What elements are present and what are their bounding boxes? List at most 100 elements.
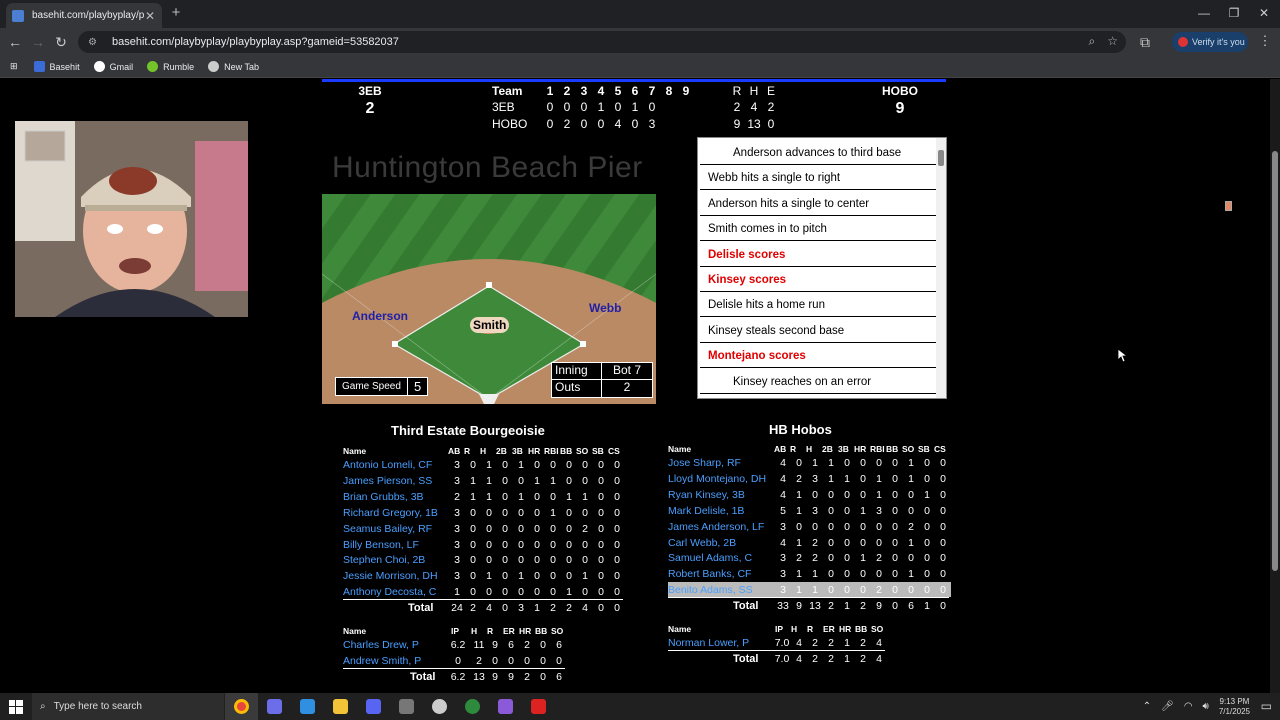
network-icon[interactable]: ◠ (1184, 701, 1193, 712)
batting-total-stat: 0 (598, 602, 604, 615)
chevron-up-icon[interactable]: ⌃ (1143, 701, 1151, 712)
store-icon[interactable] (291, 693, 324, 720)
batter-name-link[interactable]: Brian Grubbs, 3B (343, 489, 424, 505)
pitcher-name-link[interactable]: Andrew Smith, P (343, 653, 421, 669)
restore-icon[interactable]: ❐ (1224, 5, 1244, 21)
batting-total-stat: 1 (844, 600, 850, 613)
forward-icon[interactable]: → (29, 33, 47, 51)
pitching-header: R (807, 624, 814, 634)
play-by-play-item: Delisle scores (700, 243, 936, 267)
batter-name-link[interactable]: Anthony Decosta, C (343, 584, 436, 600)
reload-icon[interactable]: ↻ (52, 33, 70, 51)
batter-name-link[interactable]: James Pierson, SS (343, 473, 432, 489)
bookmark-star-icon[interactable]: ☆ (1107, 34, 1118, 49)
notification-icon[interactable]: ▭ (1261, 699, 1272, 713)
bookmark-new-tab[interactable]: New Tab (208, 61, 259, 72)
batter-name-link[interactable]: Benito Adams, SS (668, 582, 753, 598)
copilot-icon[interactable] (258, 693, 291, 720)
batter-name-link[interactable]: Billy Benson, LF (343, 537, 419, 553)
browser-tab[interactable]: basehit.com/playbyplay/playbyplay ✕ (6, 3, 162, 28)
app-red-icon[interactable] (522, 693, 555, 720)
calculator-icon-glyph (399, 699, 414, 714)
copilot-plus-icon[interactable] (489, 693, 522, 720)
page-scrollbar[interactable] (1270, 79, 1280, 693)
batting-header: SO (902, 444, 915, 454)
verify-profile-button[interactable]: Verify it's you (1172, 32, 1248, 52)
back-icon[interactable]: ← (6, 33, 24, 51)
batter-stat: 0 (940, 552, 946, 565)
batter-name-link[interactable]: Samuel Adams, C (668, 550, 752, 566)
discord-icon[interactable] (357, 693, 390, 720)
page-scroll-thumb[interactable] (1272, 151, 1278, 571)
batting-total-stat: 2 (470, 602, 476, 615)
play-by-play-scrollbar[interactable] (936, 138, 946, 398)
browser-menu-icon[interactable]: ⋮ (1258, 33, 1272, 51)
chrome-icon[interactable] (225, 693, 258, 720)
batter-stat: 0 (502, 459, 508, 471)
calculator-icon[interactable] (390, 693, 423, 720)
microphone-icon[interactable]: 🎤︎ (1161, 701, 1174, 712)
batter-name-link[interactable]: Ryan Kinsey, 3B (668, 487, 745, 503)
batter-name-link[interactable]: Antonio Lomeli, CF (343, 457, 432, 473)
batter-stat: 3 (780, 584, 786, 597)
play-by-play-list[interactable]: Anderson advances to third base Webb hits… (697, 137, 947, 399)
batter-name-link[interactable]: Mark Delisle, 1B (668, 503, 744, 519)
batter-name-link[interactable]: James Anderson, LF (668, 519, 764, 535)
clock[interactable]: 9:13 PM 7/1/2025 (1219, 697, 1250, 717)
batter-stat: 0 (502, 490, 508, 503)
batter-stat: 0 (892, 552, 898, 565)
play-by-play-item: Kinsey scores (700, 268, 936, 292)
batter-name-link[interactable]: Stephen Choi, 2B (343, 552, 425, 568)
address-bar[interactable]: ⚙ basehit.com/playbyplay/playbyplay.asp?… (78, 31, 1126, 53)
file-explorer-icon[interactable] (324, 693, 357, 720)
game-speed-control[interactable]: Game Speed 5 (335, 377, 429, 396)
bookmark-label: New Tab (224, 61, 259, 72)
batter-name-link[interactable]: Seamus Bailey, RF (343, 521, 432, 537)
volume-icon[interactable]: 🔊︎ (1203, 701, 1209, 712)
close-tab-icon[interactable]: ✕ (144, 9, 156, 23)
batter-stat: 1 (550, 474, 556, 487)
batter-stat: 0 (566, 538, 572, 551)
game-speed-value[interactable]: 5 (408, 378, 427, 395)
new-tab-icon[interactable]: + (168, 5, 184, 21)
pitching-header-name: Name (668, 624, 692, 634)
batter-stat: 0 (828, 552, 834, 565)
site-info-icon[interactable]: ⚙ (88, 37, 102, 48)
scroll-thumb[interactable] (938, 150, 944, 166)
batter-name-link[interactable]: Richard Gregory, 1B (343, 505, 438, 521)
batter-name-link[interactable]: Lloyd Montejano, DH (668, 471, 766, 487)
batter-stat: 1 (796, 488, 802, 501)
pitcher-stat: 0 (540, 655, 546, 667)
minimize-icon[interactable]: — (1194, 5, 1214, 21)
soccer-ball-icon[interactable] (423, 693, 456, 720)
pitching-total-stat: 9 (492, 671, 498, 683)
batter-stat: 0 (534, 538, 540, 551)
apps-grid-icon[interactable]: ⊞ (10, 61, 18, 72)
pitcher-name-link[interactable]: Norman Lower, P (668, 635, 749, 651)
taskbar-search[interactable]: ⌕ Type here to search (32, 693, 224, 720)
app-24-icon[interactable] (456, 693, 489, 720)
batter-name-link[interactable]: Robert Banks, CF (668, 566, 751, 582)
pitcher-stat: 2 (812, 637, 818, 649)
window-close-icon[interactable]: ✕ (1254, 5, 1274, 21)
batter-stat: 0 (518, 506, 524, 519)
bookmark-gmail[interactable]: Gmail (93, 61, 134, 72)
bookmark-rumble[interactable]: Rumble (147, 61, 194, 72)
pitching-header-name: Name (343, 626, 367, 636)
inning-outs-box: Inning Bot 7 Outs 2 (551, 362, 653, 398)
bookmark-label: Gmail (109, 61, 134, 72)
batter-stat: 2 (796, 472, 802, 485)
batter-name-link[interactable]: Jessie Morrison, DH (343, 568, 438, 584)
cast-icon[interactable]: ⧉ (1136, 33, 1154, 51)
batter-name-link[interactable]: Carl Webb, 2B (668, 535, 736, 551)
pitcher-name-link[interactable]: Charles Drew, P (343, 637, 419, 653)
bookmark-basehit[interactable]: Basehit (33, 61, 80, 72)
windows-start-icon[interactable] (0, 693, 32, 720)
batter-stat: 1 (486, 570, 492, 583)
batting-total-stat: 0 (502, 602, 508, 615)
rhe-value: 2 (767, 100, 775, 114)
home-team-score: 9 (895, 100, 905, 117)
zoom-icon[interactable]: ⌕ (1089, 34, 1096, 49)
pitching-total-stat: 1 (844, 653, 850, 665)
batter-name-link[interactable]: Jose Sharp, RF (668, 455, 741, 471)
